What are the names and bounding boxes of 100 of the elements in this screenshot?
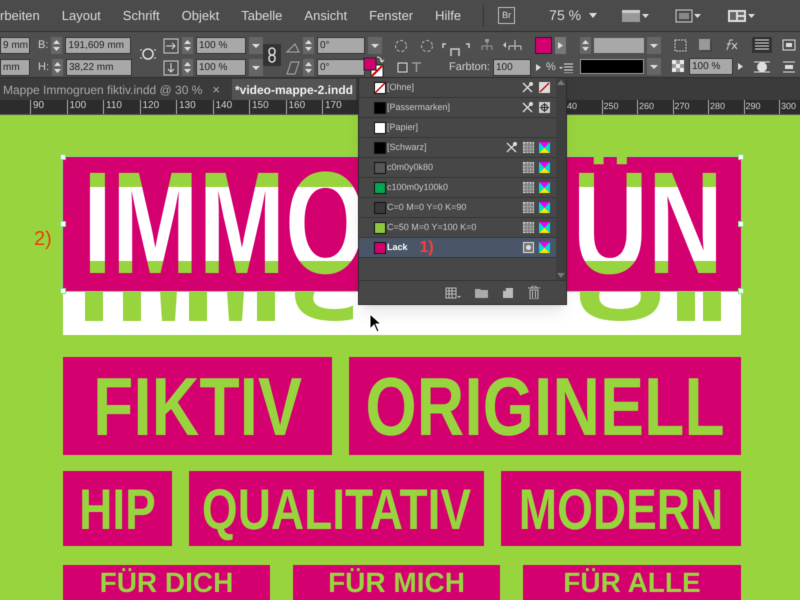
scrollbar[interactable] (556, 78, 566, 280)
selection-handle[interactable] (60, 154, 66, 160)
zoom-level[interactable]: 75 % (549, 5, 582, 26)
selection-handle[interactable] (738, 221, 744, 227)
menu-item[interactable]: Ansicht (304, 6, 348, 26)
stroke-type-field[interactable] (580, 59, 644, 74)
ruler-label: 110 (106, 100, 122, 111)
spinner-icon[interactable] (182, 37, 193, 54)
shear-angle-icon (286, 60, 300, 74)
width-field[interactable]: 191,609 mm (65, 37, 132, 54)
swatch-name: C=0 M=0 Y=0 K=90 (387, 200, 466, 214)
card-text: FÜR ALLE (563, 569, 701, 597)
opacity-field[interactable]: 100 % (689, 58, 733, 75)
menu-item[interactable]: Layout (62, 6, 101, 26)
text-wrap-icon[interactable] (781, 37, 797, 53)
spinner-icon[interactable] (580, 37, 591, 54)
frame-view-icon[interactable] (675, 8, 702, 24)
card-text: ORIGINELL (365, 364, 725, 448)
ruler-label: 170 (325, 100, 342, 111)
screen-mode-icon[interactable] (621, 8, 650, 24)
rotate-icon[interactable] (394, 39, 408, 53)
panel-menu-icon[interactable] (558, 62, 573, 72)
swatch-name: c100m0y100k0 (387, 180, 448, 194)
bridge-button[interactable]: Br (498, 7, 516, 24)
swatch-row[interactable]: [Ohne] (359, 78, 556, 98)
menu-item[interactable]: rbeiten (0, 6, 40, 26)
scroll-up-icon[interactable] (557, 80, 565, 85)
swatch-row[interactable]: c100m0y100k0 (359, 178, 556, 198)
menu-item[interactable]: Objekt (182, 6, 220, 26)
trash-icon[interactable] (528, 286, 540, 299)
ruler-label: 100 (70, 100, 86, 111)
dropdown-icon[interactable] (647, 37, 661, 54)
chain-link-icon[interactable] (263, 44, 281, 66)
flip-icon[interactable] (442, 42, 470, 56)
menu-item[interactable]: Schrift (122, 6, 160, 26)
menu-item[interactable]: Fenster (369, 6, 414, 26)
spinner-icon[interactable] (182, 59, 193, 76)
dropdown-icon[interactable] (249, 59, 263, 76)
caret-icon[interactable] (589, 12, 598, 18)
dropdown-icon[interactable] (368, 37, 382, 54)
menu-item[interactable]: Tabelle (241, 6, 282, 26)
text-wrap-icon[interactable] (781, 59, 797, 75)
selection-handle[interactable] (60, 288, 66, 294)
ruler-label: 300 (781, 101, 796, 111)
ruler-label: 120 (142, 100, 160, 111)
swatch-name: [Ohne] (387, 80, 414, 94)
spinner-icon[interactable] (303, 37, 314, 54)
layout-arrange-icon[interactable] (727, 8, 756, 24)
ruler-label: 150 (252, 100, 269, 111)
menu-item[interactable]: Hilfe (435, 6, 462, 26)
scale-x-field[interactable]: 100 % (196, 37, 246, 54)
spinner-icon[interactable] (51, 37, 62, 54)
swatch-row[interactable]: Lack 1) (359, 238, 556, 258)
fill-color-swatch[interactable] (535, 37, 552, 54)
text-wrap-icon[interactable] (752, 59, 772, 75)
annotation-label: 2) (34, 227, 52, 252)
no-color-swatch (374, 82, 386, 94)
swatch-view-icon[interactable] (445, 286, 461, 298)
text-wrap-icon[interactable] (752, 37, 772, 53)
card-text: FÜR MICH (328, 569, 465, 597)
scale-y-field[interactable]: 100 % (196, 59, 246, 76)
spinner-icon[interactable] (52, 59, 63, 76)
container-icon[interactable] (397, 62, 408, 73)
folder-icon[interactable] (475, 287, 488, 298)
reference-point-icon[interactable] (140, 46, 156, 62)
swatch-row[interactable]: c0m0y0k80 (359, 158, 556, 178)
tint-field[interactable]: 100 (492, 59, 531, 76)
x-field[interactable]: 9 mm (0, 37, 30, 54)
selection-handle[interactable] (738, 154, 744, 160)
swatch-row[interactable]: C=50 M=0 Y=100 K=0 (359, 218, 556, 238)
selection-handle[interactable] (738, 288, 744, 294)
swatch-row[interactable]: [Passermarken] (359, 98, 556, 118)
swatch-row[interactable]: [Schwarz] (359, 138, 556, 158)
dropdown-icon[interactable] (249, 37, 263, 54)
close-icon[interactable]: × (212, 80, 220, 100)
field-label: B: (38, 38, 48, 54)
swatch-row[interactable]: C=0 M=0 Y=0 K=90 (359, 198, 556, 218)
drop-shadow-icon[interactable] (698, 38, 713, 53)
dropdown-icon[interactable] (647, 58, 661, 75)
stroke-weight-field[interactable] (594, 38, 644, 53)
shear-field[interactable]: 0° (317, 59, 365, 76)
scale-x-icon (163, 38, 179, 54)
color-mode-icon (523, 162, 534, 173)
effects-icon[interactable] (724, 38, 740, 53)
y-field[interactable]: mm (0, 59, 30, 76)
card-text: HIP (79, 480, 156, 538)
scroll-down-icon[interactable] (557, 273, 565, 278)
process-color-icon (539, 202, 550, 213)
fill-stroke-icon[interactable] (363, 56, 385, 78)
text-icon[interactable] (411, 62, 422, 73)
swatch-row[interactable]: [Papier] (359, 118, 556, 138)
corner-options-icon[interactable] (674, 39, 688, 53)
new-swatch-icon[interactable] (502, 286, 514, 298)
tint-label: Farbton: (449, 60, 490, 76)
rotate-icon[interactable] (420, 39, 434, 53)
selection-handle[interactable] (60, 221, 66, 227)
spinner-icon[interactable] (303, 59, 314, 76)
rotation-field[interactable]: 0° (317, 37, 365, 54)
height-field[interactable]: 38,22 mm (66, 59, 132, 76)
no-edit-icon (505, 141, 518, 154)
